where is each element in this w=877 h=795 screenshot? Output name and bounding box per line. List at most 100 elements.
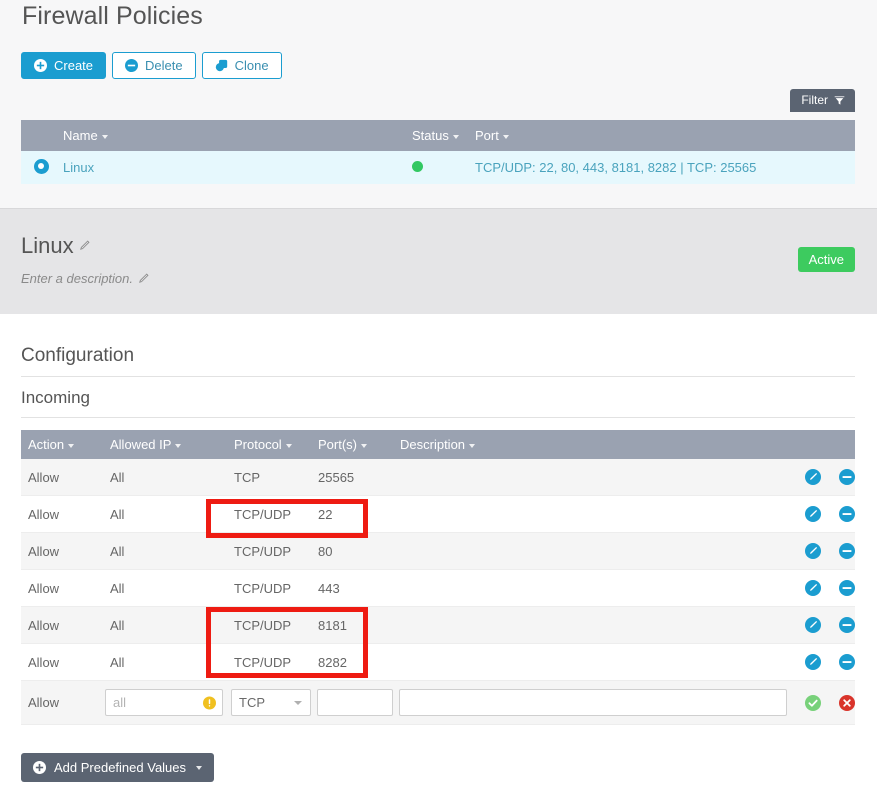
rule-protocol: TCP/UDP (227, 643, 311, 681)
table-row[interactable]: Allow All TCP/UDP 80 (21, 532, 855, 570)
rule-row-actions (725, 643, 855, 681)
minus-circle-icon[interactable] (839, 654, 855, 671)
table-row[interactable]: Allow All TCP/UDP 22 (21, 495, 855, 533)
table-row[interactable]: Allow All TCP/UDP 8282 (21, 643, 855, 681)
rule-action: Allow (21, 495, 103, 533)
divider (21, 376, 855, 377)
allowed-ip-input-wrap (105, 689, 223, 716)
clone-button-label: Clone (234, 58, 269, 73)
column-header-name[interactable]: Name (61, 120, 412, 151)
column-header-action-label: Action (28, 437, 65, 452)
column-header-ports[interactable]: Port(s) (311, 430, 393, 459)
pencil-icon[interactable] (79, 231, 90, 257)
policy-row-name-label: Linux (63, 160, 95, 175)
clone-button[interactable]: Clone (201, 52, 282, 79)
policy-row-ports: TCP/UDP: 22, 80, 443, 8181, 8282 | TCP: … (475, 151, 855, 184)
pencil-circle-icon[interactable] (805, 617, 822, 634)
plus-circle-icon (33, 761, 46, 774)
new-rule-action: Allow (21, 680, 103, 725)
add-predefined-values-label: Add Predefined Values (54, 760, 187, 775)
rule-allowed-ip: All (103, 532, 227, 570)
filter-label: Filter (801, 93, 828, 107)
minus-circle-icon[interactable] (839, 580, 855, 597)
warning-icon (203, 696, 216, 709)
column-header-allowed-ip[interactable]: Allowed IP (103, 430, 227, 459)
minus-circle-icon[interactable] (839, 469, 855, 486)
column-header-name-label: Name (63, 128, 98, 143)
rule-action: Allow (21, 606, 103, 644)
policy-detail-description-label: Enter a description. (21, 271, 134, 286)
rule-ports: 8282 (311, 643, 393, 681)
pencil-circle-icon[interactable] (805, 543, 822, 560)
rule-row-actions (725, 569, 855, 607)
minus-circle-icon (125, 59, 139, 72)
x-circle-icon[interactable] (839, 694, 855, 711)
rule-allowed-ip: All (103, 643, 227, 681)
column-header-row-actions (725, 430, 855, 459)
delete-button[interactable]: Delete (112, 52, 196, 79)
policies-table: Name Status Port Linux TCP/UDP: 22, 80, … (21, 120, 855, 184)
policy-detail-description[interactable]: Enter a description. (21, 271, 149, 287)
rule-description (393, 569, 725, 607)
radio-selected-icon[interactable] (33, 158, 49, 174)
protocol-select[interactable] (231, 689, 311, 716)
chevron-down-icon (196, 765, 203, 770)
rules-table-body: Allow All TCP 25565 Allow All TCP/UDP 22 (21, 459, 855, 725)
rule-protocol: TCP/UDP (227, 495, 311, 533)
column-header-action[interactable]: Action (21, 430, 103, 459)
configuration-section: Configuration Incoming Action Allowed IP… (0, 314, 877, 795)
filter-button[interactable]: Filter (790, 89, 855, 112)
pencil-circle-icon[interactable] (805, 469, 822, 486)
column-header-status[interactable]: Status (412, 120, 475, 151)
incoming-rules-table: Action Allowed IP Protocol Port(s) Descr… (21, 430, 855, 725)
column-header-description-label: Description (400, 437, 466, 452)
create-button[interactable]: Create (21, 52, 107, 79)
new-rule-allowed-ip-cell (103, 680, 227, 725)
policy-row-name[interactable]: Linux (61, 151, 412, 184)
rule-protocol: TCP/UDP (227, 532, 311, 570)
rule-row-actions (725, 606, 855, 644)
page-title: Firewall Policies (22, 2, 203, 30)
rule-action: Allow (21, 569, 103, 607)
rule-description (393, 643, 725, 681)
new-rule-description-cell (393, 680, 787, 725)
policy-detail-panel: Linux Enter a description. Active (0, 208, 877, 315)
policies-select-column (21, 120, 61, 151)
table-row[interactable]: Allow All TCP/UDP 8181 (21, 606, 855, 644)
policy-detail-name-label: Linux (21, 233, 74, 258)
column-header-description[interactable]: Description (393, 430, 725, 459)
rule-description (393, 532, 725, 570)
status-badge: Active (797, 247, 855, 272)
funnel-icon (834, 95, 845, 106)
firewall-policies-page: Firewall Policies Create Delete Clone Fi… (0, 0, 877, 795)
rule-row-actions (725, 495, 855, 533)
table-row[interactable]: Allow All TCP/UDP 443 (21, 569, 855, 607)
description-input[interactable] (399, 689, 787, 716)
rule-ports: 8181 (311, 606, 393, 644)
policy-row-status (412, 151, 475, 184)
pencil-circle-icon[interactable] (805, 580, 822, 597)
rule-allowed-ip: All (103, 569, 227, 607)
rule-allowed-ip: All (103, 606, 227, 644)
minus-circle-icon[interactable] (839, 543, 855, 560)
new-rule-ports-cell (311, 680, 393, 725)
pencil-circle-icon[interactable] (805, 506, 822, 523)
policy-row-select-cell[interactable] (21, 151, 61, 184)
column-header-port[interactable]: Port (475, 120, 855, 151)
check-circle-icon[interactable] (805, 694, 822, 711)
add-predefined-values-button[interactable]: Add Predefined Values (21, 753, 215, 782)
minus-circle-icon[interactable] (839, 506, 855, 523)
incoming-heading: Incoming (21, 388, 90, 407)
ports-input[interactable] (317, 689, 393, 716)
rule-allowed-ip: All (103, 495, 227, 533)
chevron-down-icon (361, 443, 367, 448)
toolbar: Create Delete Clone (21, 52, 282, 79)
table-row[interactable]: Linux TCP/UDP: 22, 80, 443, 8181, 8282 |… (21, 151, 855, 184)
table-row[interactable]: Allow All TCP 25565 (21, 459, 855, 496)
pencil-icon[interactable] (138, 272, 149, 287)
configuration-heading: Configuration (21, 345, 135, 366)
minus-circle-icon[interactable] (839, 617, 855, 634)
create-button-label: Create (54, 58, 94, 73)
column-header-protocol[interactable]: Protocol (227, 430, 311, 459)
pencil-circle-icon[interactable] (805, 654, 822, 671)
